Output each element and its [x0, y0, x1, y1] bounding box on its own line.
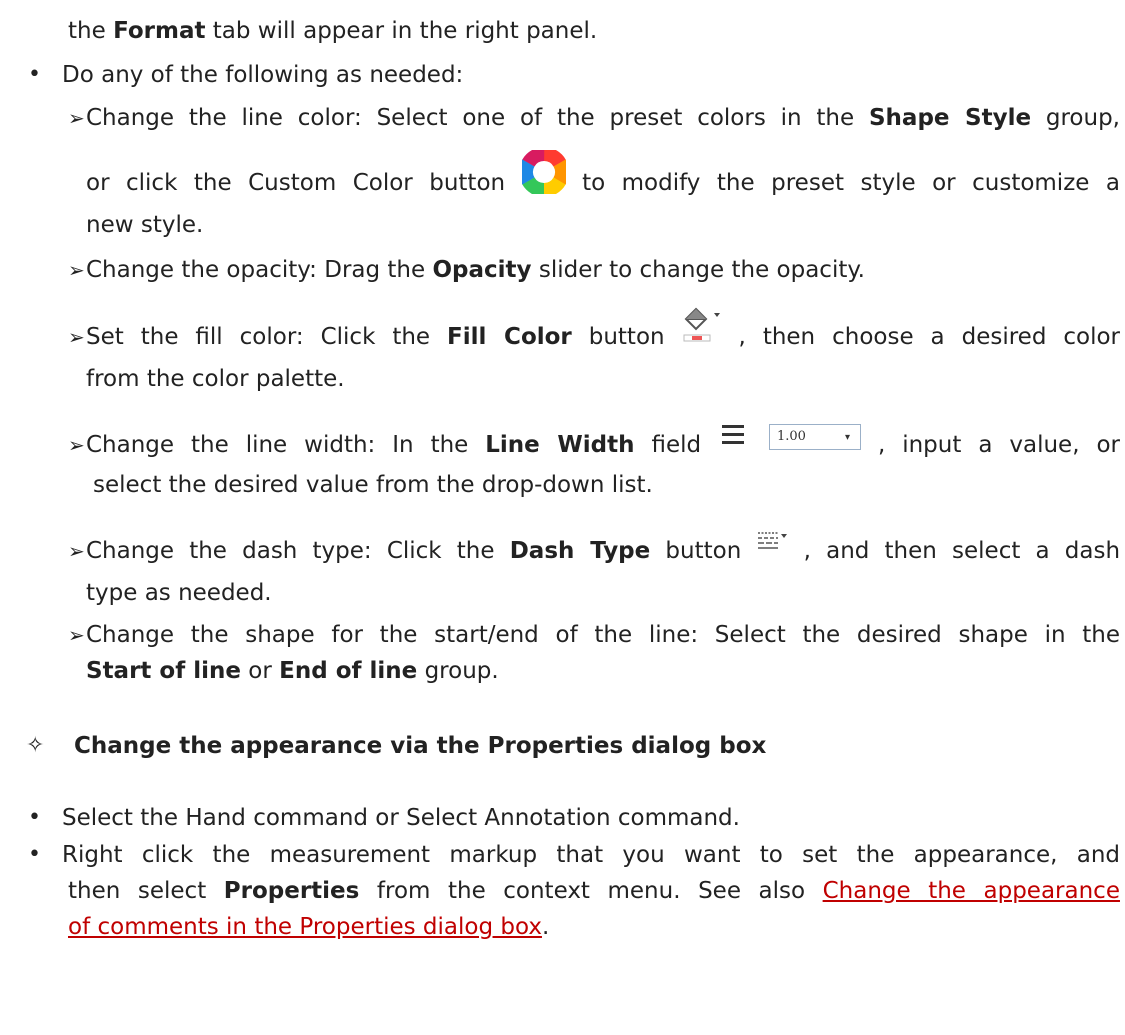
properties-dialog-link[interactable]: of comments in the Properties dialog box [68, 914, 542, 940]
heading-marker-icon: ✧ [26, 733, 45, 758]
text-line: Change the line color: Select one of the… [86, 105, 1120, 131]
bold-term: Properties [223, 878, 360, 904]
text-line: Start of line or End of line group. [86, 658, 499, 684]
text-line: Change the dash type: Click the Dash Typ… [86, 531, 1120, 566]
sub-bullet-icon: ➢ [68, 539, 85, 563]
bullet-icon: • [28, 805, 41, 830]
text-line: new style. [86, 212, 204, 238]
text-line: of comments in the Properties dialog box… [68, 914, 550, 940]
line-width-value: 1.00 [777, 428, 806, 444]
sub-bullet-icon: ➢ [68, 258, 85, 282]
dash-type-icon[interactable] [756, 529, 788, 559]
sub-bullet-icon: ➢ [68, 433, 85, 457]
bold-term: End of line [279, 658, 418, 684]
text: the [68, 18, 114, 44]
text-line: Do any of the following as needed: [62, 62, 464, 88]
text-line: select the desired value from the drop-d… [93, 472, 653, 498]
dropdown-arrow-icon[interactable]: ▾ [845, 426, 850, 450]
text-line: Right click the measurement markup that … [62, 842, 1120, 868]
text-line: Select the Hand command or Select Annota… [62, 805, 740, 831]
text-line: the Format tab will appear in the right … [68, 16, 597, 46]
custom-color-icon[interactable] [521, 149, 566, 194]
bold-term: Format [113, 18, 206, 44]
bold-term: Fill Color [447, 324, 572, 350]
text-line: type as needed. [86, 580, 272, 606]
bullet-icon: • [28, 842, 41, 867]
bold-term: Start of line [86, 658, 241, 684]
text-line: Change the line width: In the Line Width… [86, 423, 1120, 460]
text-line: Change the opacity: Drag the Opacity sli… [86, 257, 865, 283]
bold-term: Shape Style [868, 105, 1032, 131]
fill-color-icon[interactable] [682, 305, 722, 349]
text-line: or click the Custom Color button to modi… [86, 149, 1120, 198]
text: tab will appear in the right panel. [205, 18, 598, 44]
bullet-icon: • [28, 62, 41, 87]
sub-bullet-icon: ➢ [68, 325, 85, 349]
text-line: from the color palette. [86, 366, 345, 392]
sub-bullet-icon: ➢ [68, 106, 85, 130]
line-width-icon [722, 424, 745, 444]
text-line: then select Properties from the context … [68, 878, 1120, 904]
bold-term: Dash Type [509, 538, 651, 564]
properties-dialog-link[interactable]: Change the appearance [823, 878, 1120, 904]
line-width-field[interactable]: 1.00 ▾ [769, 423, 861, 450]
text-line: Set the fill color: Click the Fill Color… [86, 307, 1120, 352]
sub-bullet-icon: ➢ [68, 623, 85, 647]
bold-term: Line Width [485, 432, 635, 458]
bold-term: Opacity [432, 257, 532, 283]
text-line: Change the shape for the start/end of th… [86, 622, 1120, 648]
section-heading: Change the appearance via the Properties… [74, 733, 767, 759]
